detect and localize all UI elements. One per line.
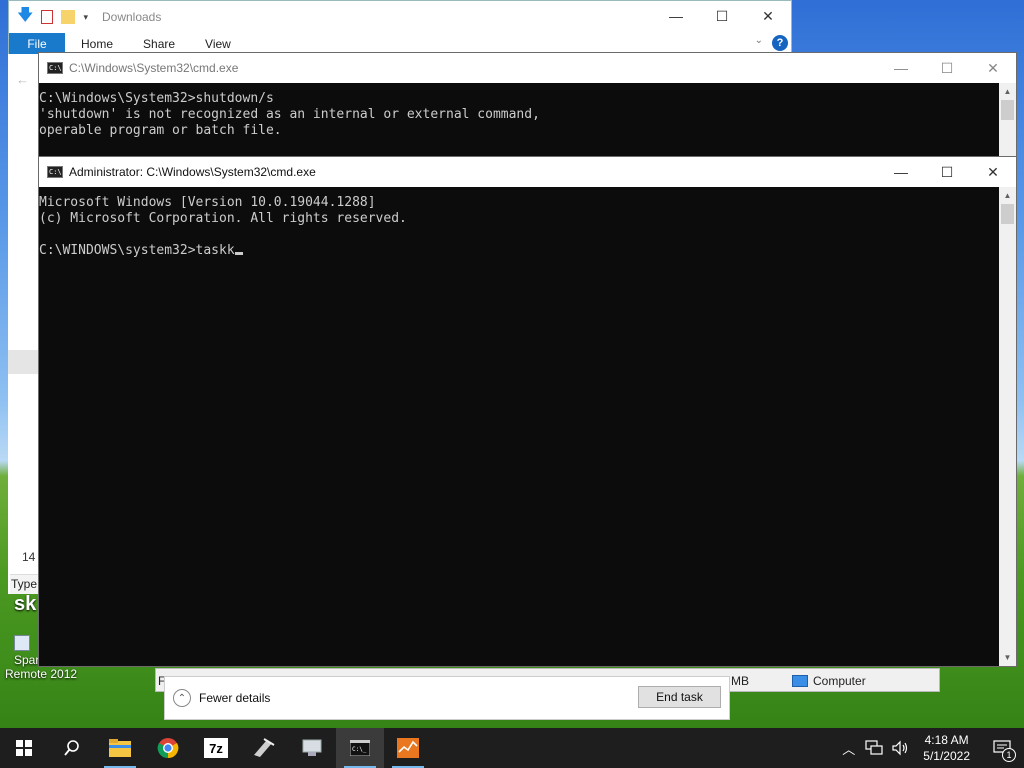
end-task-button[interactable]: End task [638, 686, 721, 708]
system-tray: ︿ 4:18 AM 5/1/2022 1 [842, 728, 1024, 768]
taskbar-cmd[interactable]: C:\_ [336, 728, 384, 768]
taskbar-file-explorer[interactable] [96, 728, 144, 768]
taskbar-remote-desktop[interactable] [288, 728, 336, 768]
desktop-shortcut-label: Spar [14, 653, 40, 667]
memory-column-partial: MB [731, 674, 749, 688]
fewer-details-link[interactable]: Fewer details [199, 691, 270, 705]
task-manager-footer: ⌃ Fewer details End task [164, 676, 730, 720]
ribbon-expand-icon[interactable]: ⌄ [755, 35, 763, 46]
nav-item-selected[interactable] [8, 350, 40, 374]
console-line: operable program or batch file. [39, 123, 282, 138]
notification-badge: 1 [1002, 748, 1016, 762]
console-input-text: C:\WINDOWS\system32>taskk [39, 243, 235, 258]
start-button[interactable] [0, 728, 48, 768]
remote-desktop-icon [302, 739, 322, 756]
minimize-button[interactable]: — [878, 157, 924, 187]
clock-date: 5/1/2022 [923, 749, 970, 763]
taskbar: 7z C:\_ ︿ 4:18 AM 5/1/2022 1 [0, 728, 1024, 768]
cmd-admin-caption-buttons: — ☐ ✕ [878, 157, 1016, 187]
console-line: Microsoft Windows [Version 10.0.19044.12… [39, 195, 376, 210]
cmd-back-caption-buttons: — ☐ ✕ [878, 53, 1016, 83]
sky-app-icon [254, 738, 275, 757]
task-manager-icon [397, 738, 419, 758]
cmd-admin-title: Administrator: C:\Windows\System32\cmd.e… [69, 165, 316, 179]
network-icon[interactable] [865, 740, 883, 756]
chevron-up-icon[interactable]: ⌃ [173, 689, 191, 707]
console-icon: C:\ [47, 166, 63, 178]
tab-share[interactable]: Share [127, 37, 189, 51]
cmd-window-admin[interactable]: C:\ Administrator: C:\Windows\System32\c… [38, 156, 1017, 667]
tab-home[interactable]: Home [65, 37, 127, 51]
close-button[interactable]: ✕ [970, 53, 1016, 83]
sky-icon-text: sk [14, 593, 37, 615]
scroll-up-icon[interactable]: ▲ [999, 83, 1016, 100]
folder-icon [109, 739, 131, 757]
cmd-admin-titlebar[interactable]: C:\ Administrator: C:\Windows\System32\c… [39, 157, 1016, 187]
computer-label: Computer [813, 674, 866, 688]
command-prompt-icon: C:\_ [350, 740, 370, 756]
remote-shortcut-icon[interactable] [14, 635, 30, 651]
cmd-admin-console[interactable]: Microsoft Windows [Version 10.0.19044.12… [39, 187, 999, 666]
help-icon[interactable]: ? [772, 35, 788, 51]
scroll-up-icon[interactable]: ▲ [999, 187, 1016, 204]
svg-text:C:\_: C:\_ [352, 746, 367, 753]
close-button[interactable]: ✕ [970, 157, 1016, 187]
windows-logo-icon [16, 740, 32, 756]
cmd-back-title: C:\Windows\System32\cmd.exe [69, 61, 239, 75]
close-button[interactable]: ✕ [745, 1, 791, 31]
taskbar-sky-app[interactable] [240, 728, 288, 768]
item-count: 14 [22, 550, 36, 564]
explorer-nav-strip: ← 14 Type: [8, 54, 40, 594]
console-line: (c) Microsoft Corporation. All rights re… [39, 211, 407, 226]
maximize-button[interactable]: ☐ [924, 53, 970, 83]
new-folder-icon[interactable] [61, 10, 76, 24]
search-icon [64, 740, 79, 756]
taskbar-7zip[interactable]: 7z [192, 728, 240, 768]
cmd-admin-scrollbar[interactable]: ▲ ▼ [999, 187, 1016, 666]
text-cursor [234, 252, 243, 255]
properties-icon[interactable] [41, 10, 54, 24]
scroll-thumb[interactable] [1001, 204, 1014, 224]
explorer-caption-buttons: — ☐ ✕ [653, 1, 791, 31]
search-button[interactable] [48, 728, 96, 768]
maximize-button[interactable]: ☐ [924, 157, 970, 187]
clock[interactable]: 4:18 AM 5/1/2022 [923, 732, 970, 764]
taskbar-chrome[interactable] [144, 728, 192, 768]
cmd-window-back[interactable]: C:\ C:\Windows\System32\cmd.exe — ☐ ✕ C:… [38, 52, 1017, 172]
back-arrow-icon[interactable]: ← [16, 72, 29, 87]
7zip-icon: 7z [204, 738, 228, 758]
console-icon: C:\ [47, 62, 63, 74]
clock-time: 4:18 AM [924, 733, 969, 747]
chevron-up-icon[interactable]: ︿ [842, 739, 855, 758]
maximize-button[interactable]: ☐ [699, 1, 745, 31]
quick-access-toolbar: 🡇 ▾ [17, 4, 88, 31]
console-line: C:\Windows\System32>shutdown/s [39, 91, 274, 106]
computer-icon [792, 675, 808, 687]
qa-dropdown-icon[interactable]: ▾ [83, 12, 88, 23]
tab-view[interactable]: View [189, 37, 245, 51]
console-prompt-line[interactable]: C:\WINDOWS\system32>taskk [39, 243, 999, 259]
scroll-down-icon[interactable]: ▼ [999, 649, 1016, 666]
explorer-title: Downloads [101, 10, 162, 24]
action-center-button[interactable]: 1 [980, 728, 1024, 768]
type-column-header[interactable]: Type: [10, 574, 40, 594]
volume-icon[interactable] [891, 740, 909, 756]
scroll-thumb[interactable] [1001, 100, 1014, 120]
taskbar-task-manager[interactable] [384, 728, 432, 768]
desktop-shortcut-label-2: Remote 2012 [5, 667, 78, 681]
minimize-button[interactable]: — [653, 1, 699, 31]
downloads-arrow-icon: 🡇 [17, 6, 34, 24]
minimize-button[interactable]: — [878, 53, 924, 83]
cmd-back-titlebar[interactable]: C:\ C:\Windows\System32\cmd.exe [39, 53, 1016, 83]
chrome-icon [157, 738, 179, 759]
console-line: 'shutdown' is not recognized as an inter… [39, 107, 540, 122]
sky-desktop-icon[interactable]: sk [14, 594, 36, 614]
